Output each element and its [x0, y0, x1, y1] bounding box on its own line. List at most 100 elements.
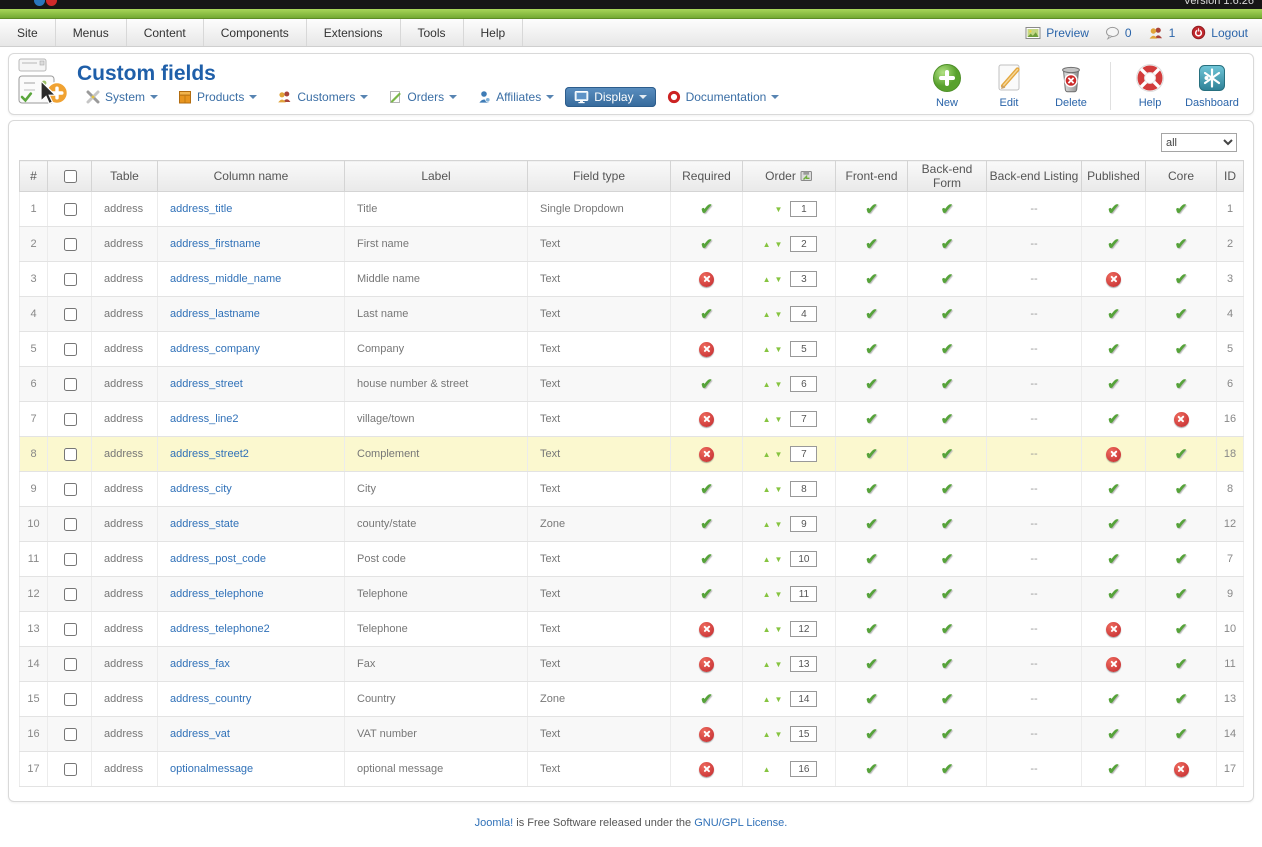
header-order[interactable]: Order	[743, 161, 836, 192]
check-icon[interactable]: ✔	[941, 375, 954, 393]
order-down-icon[interactable]: ▼	[775, 310, 783, 319]
cross-icon[interactable]	[699, 657, 714, 672]
column-name-link[interactable]: address_vat	[170, 728, 230, 740]
check-icon[interactable]: ✔	[1107, 725, 1120, 743]
check-icon[interactable]: ✔	[1175, 200, 1188, 218]
order-down-icon[interactable]: ▼	[775, 485, 783, 494]
check-icon[interactable]: ✔	[1107, 515, 1120, 533]
check-icon[interactable]: ✔	[941, 445, 954, 463]
check-icon[interactable]: ✔	[700, 200, 713, 218]
menu-customers[interactable]: Customers	[268, 87, 377, 107]
order-input[interactable]	[790, 586, 817, 602]
check-icon[interactable]: ✔	[865, 480, 878, 498]
order-down-icon[interactable]: ▼	[775, 415, 783, 424]
column-name-link[interactable]: address_state	[170, 518, 239, 530]
column-name-link[interactable]: address_street	[170, 378, 243, 390]
header-back-end-listing[interactable]: Back-end Listing	[987, 161, 1082, 192]
header-table[interactable]: Table	[92, 161, 158, 192]
check-icon[interactable]: ✔	[700, 305, 713, 323]
check-icon[interactable]: ✔	[1107, 410, 1120, 428]
check-icon[interactable]: ✔	[865, 515, 878, 533]
order-down-icon[interactable]: ▼	[775, 345, 783, 354]
check-icon[interactable]: ✔	[941, 655, 954, 673]
filter-select[interactable]: all	[1161, 133, 1237, 152]
row-checkbox[interactable]	[64, 553, 77, 566]
row-checkbox[interactable]	[64, 763, 77, 776]
order-down-icon[interactable]: ▼	[775, 380, 783, 389]
cross-icon[interactable]	[1174, 412, 1189, 427]
check-icon[interactable]: ✔	[1107, 375, 1120, 393]
menu-affiliates[interactable]: Affiliates	[468, 87, 563, 107]
check-icon[interactable]: ✔	[941, 515, 954, 533]
row-checkbox[interactable]	[64, 518, 77, 531]
check-icon[interactable]: ✔	[865, 235, 878, 253]
check-icon[interactable]: ✔	[700, 375, 713, 393]
check-icon[interactable]: ✔	[1175, 340, 1188, 358]
column-name-link[interactable]: address_post_code	[170, 553, 266, 565]
check-icon[interactable]: ✔	[865, 550, 878, 568]
check-icon[interactable]: ✔	[1175, 480, 1188, 498]
row-checkbox[interactable]	[64, 273, 77, 286]
order-input[interactable]	[790, 516, 817, 532]
row-checkbox[interactable]	[64, 343, 77, 356]
check-icon[interactable]: ✔	[941, 760, 954, 778]
check-icon[interactable]: ✔	[941, 620, 954, 638]
cross-icon[interactable]	[1174, 762, 1189, 777]
order-up-icon[interactable]: ▲	[763, 695, 771, 704]
header-published[interactable]: Published	[1082, 161, 1146, 192]
order-down-icon[interactable]: ▼	[775, 520, 783, 529]
check-icon[interactable]: ✔	[1107, 480, 1120, 498]
check-icon[interactable]: ✔	[941, 690, 954, 708]
check-icon[interactable]: ✔	[865, 585, 878, 603]
select-all-checkbox[interactable]	[64, 170, 77, 183]
header-id[interactable]: ID	[1217, 161, 1244, 192]
menubar-item-components[interactable]: Components	[204, 19, 307, 46]
cross-icon[interactable]	[1106, 447, 1121, 462]
menubar-item-tools[interactable]: Tools	[401, 19, 464, 46]
column-name-link[interactable]: address_middle_name	[170, 273, 281, 285]
menu-products[interactable]: Products	[169, 87, 266, 107]
order-down-icon[interactable]: ▼	[775, 625, 783, 634]
check-icon[interactable]: ✔	[865, 270, 878, 288]
order-input[interactable]	[790, 656, 817, 672]
check-icon[interactable]: ✔	[700, 480, 713, 498]
new-button[interactable]: New	[916, 58, 978, 109]
order-down-icon[interactable]: ▼	[775, 240, 783, 249]
check-icon[interactable]: ✔	[865, 410, 878, 428]
check-icon[interactable]: ✔	[1175, 585, 1188, 603]
order-input[interactable]	[790, 481, 817, 497]
row-checkbox[interactable]	[64, 308, 77, 321]
gnu-gpl-link[interactable]: GNU/GPL License.	[694, 817, 787, 829]
row-checkbox[interactable]	[64, 413, 77, 426]
messages-indicator[interactable]: 0	[1105, 26, 1132, 40]
row-checkbox[interactable]	[64, 623, 77, 636]
cross-icon[interactable]	[699, 342, 714, 357]
column-name-link[interactable]: address_street2	[170, 448, 249, 460]
check-icon[interactable]: ✔	[865, 200, 878, 218]
check-icon[interactable]: ✔	[1175, 375, 1188, 393]
check-icon[interactable]: ✔	[1175, 655, 1188, 673]
check-icon[interactable]: ✔	[941, 725, 954, 743]
check-icon[interactable]: ✔	[1175, 235, 1188, 253]
order-up-icon[interactable]: ▲	[763, 555, 771, 564]
menubar-item-content[interactable]: Content	[127, 19, 204, 46]
cross-icon[interactable]	[1106, 622, 1121, 637]
column-name-link[interactable]: address_lastname	[170, 308, 260, 320]
order-input[interactable]	[790, 341, 817, 357]
check-icon[interactable]: ✔	[865, 620, 878, 638]
order-down-icon[interactable]: ▼	[775, 555, 783, 564]
check-icon[interactable]: ✔	[941, 340, 954, 358]
check-icon[interactable]: ✔	[1175, 725, 1188, 743]
column-name-link[interactable]: address_telephone	[170, 588, 264, 600]
check-icon[interactable]: ✔	[700, 515, 713, 533]
edit-button[interactable]: Edit	[978, 58, 1040, 109]
check-icon[interactable]: ✔	[1175, 515, 1188, 533]
order-up-icon[interactable]: ▲	[763, 275, 771, 284]
cross-icon[interactable]	[699, 762, 714, 777]
order-up-icon[interactable]: ▲	[763, 625, 771, 634]
menubar-item-site[interactable]: Site	[0, 19, 56, 46]
save-order-icon[interactable]	[800, 169, 813, 182]
order-input[interactable]	[790, 621, 817, 637]
menubar-item-help[interactable]: Help	[464, 19, 524, 46]
cross-icon[interactable]	[699, 412, 714, 427]
